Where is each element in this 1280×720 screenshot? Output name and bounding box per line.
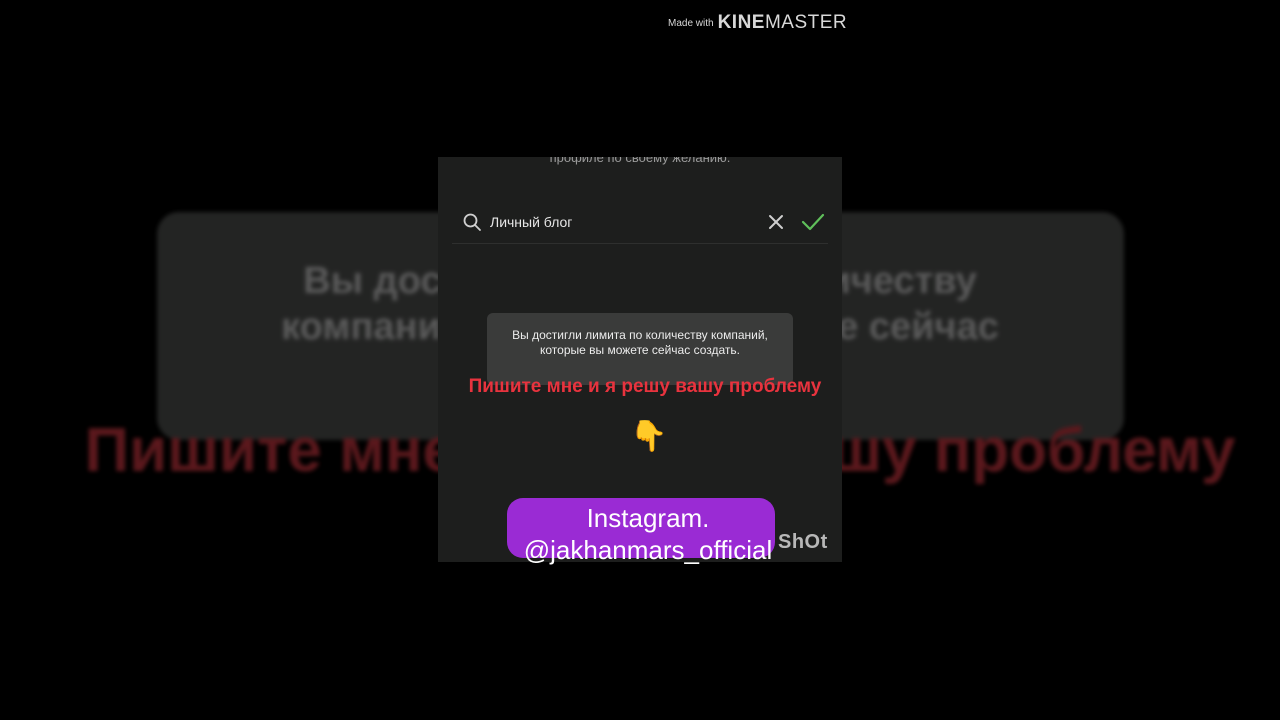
- close-icon[interactable]: [767, 213, 785, 231]
- profile-hint-text: профиле по своему желанию.: [549, 157, 731, 165]
- check-icon[interactable]: [800, 211, 826, 233]
- watermark-brand-light: MASTER: [764, 12, 848, 33]
- video-frame: Вы достигли лимита по количеству компани…: [0, 0, 1280, 720]
- overlay-caption: Пишите мне и я решу вашу проблему: [468, 376, 822, 397]
- watermark-made-with: Made with: [668, 18, 714, 29]
- instagram-label: Instagram. @jakhanmars_official: [498, 502, 798, 566]
- limit-toast-text: Вы достигли лимита по количеству компани…: [512, 328, 768, 357]
- instagram-handle: @jakhanmars_official: [523, 535, 773, 565]
- instagram-label-line1: Instagram.: [586, 503, 710, 533]
- search-icon: [463, 213, 481, 231]
- category-search-bar[interactable]: Личный блог: [452, 203, 828, 244]
- search-input[interactable]: Личный блог: [490, 212, 750, 232]
- watermark-brand-bold: KINE: [717, 12, 765, 33]
- kinemaster-watermark: Made with KINEMASTER: [668, 12, 847, 34]
- limit-toast: Вы достигли лимита по количеству компани…: [487, 313, 793, 385]
- pointing-down-icon: 👇: [630, 420, 668, 453]
